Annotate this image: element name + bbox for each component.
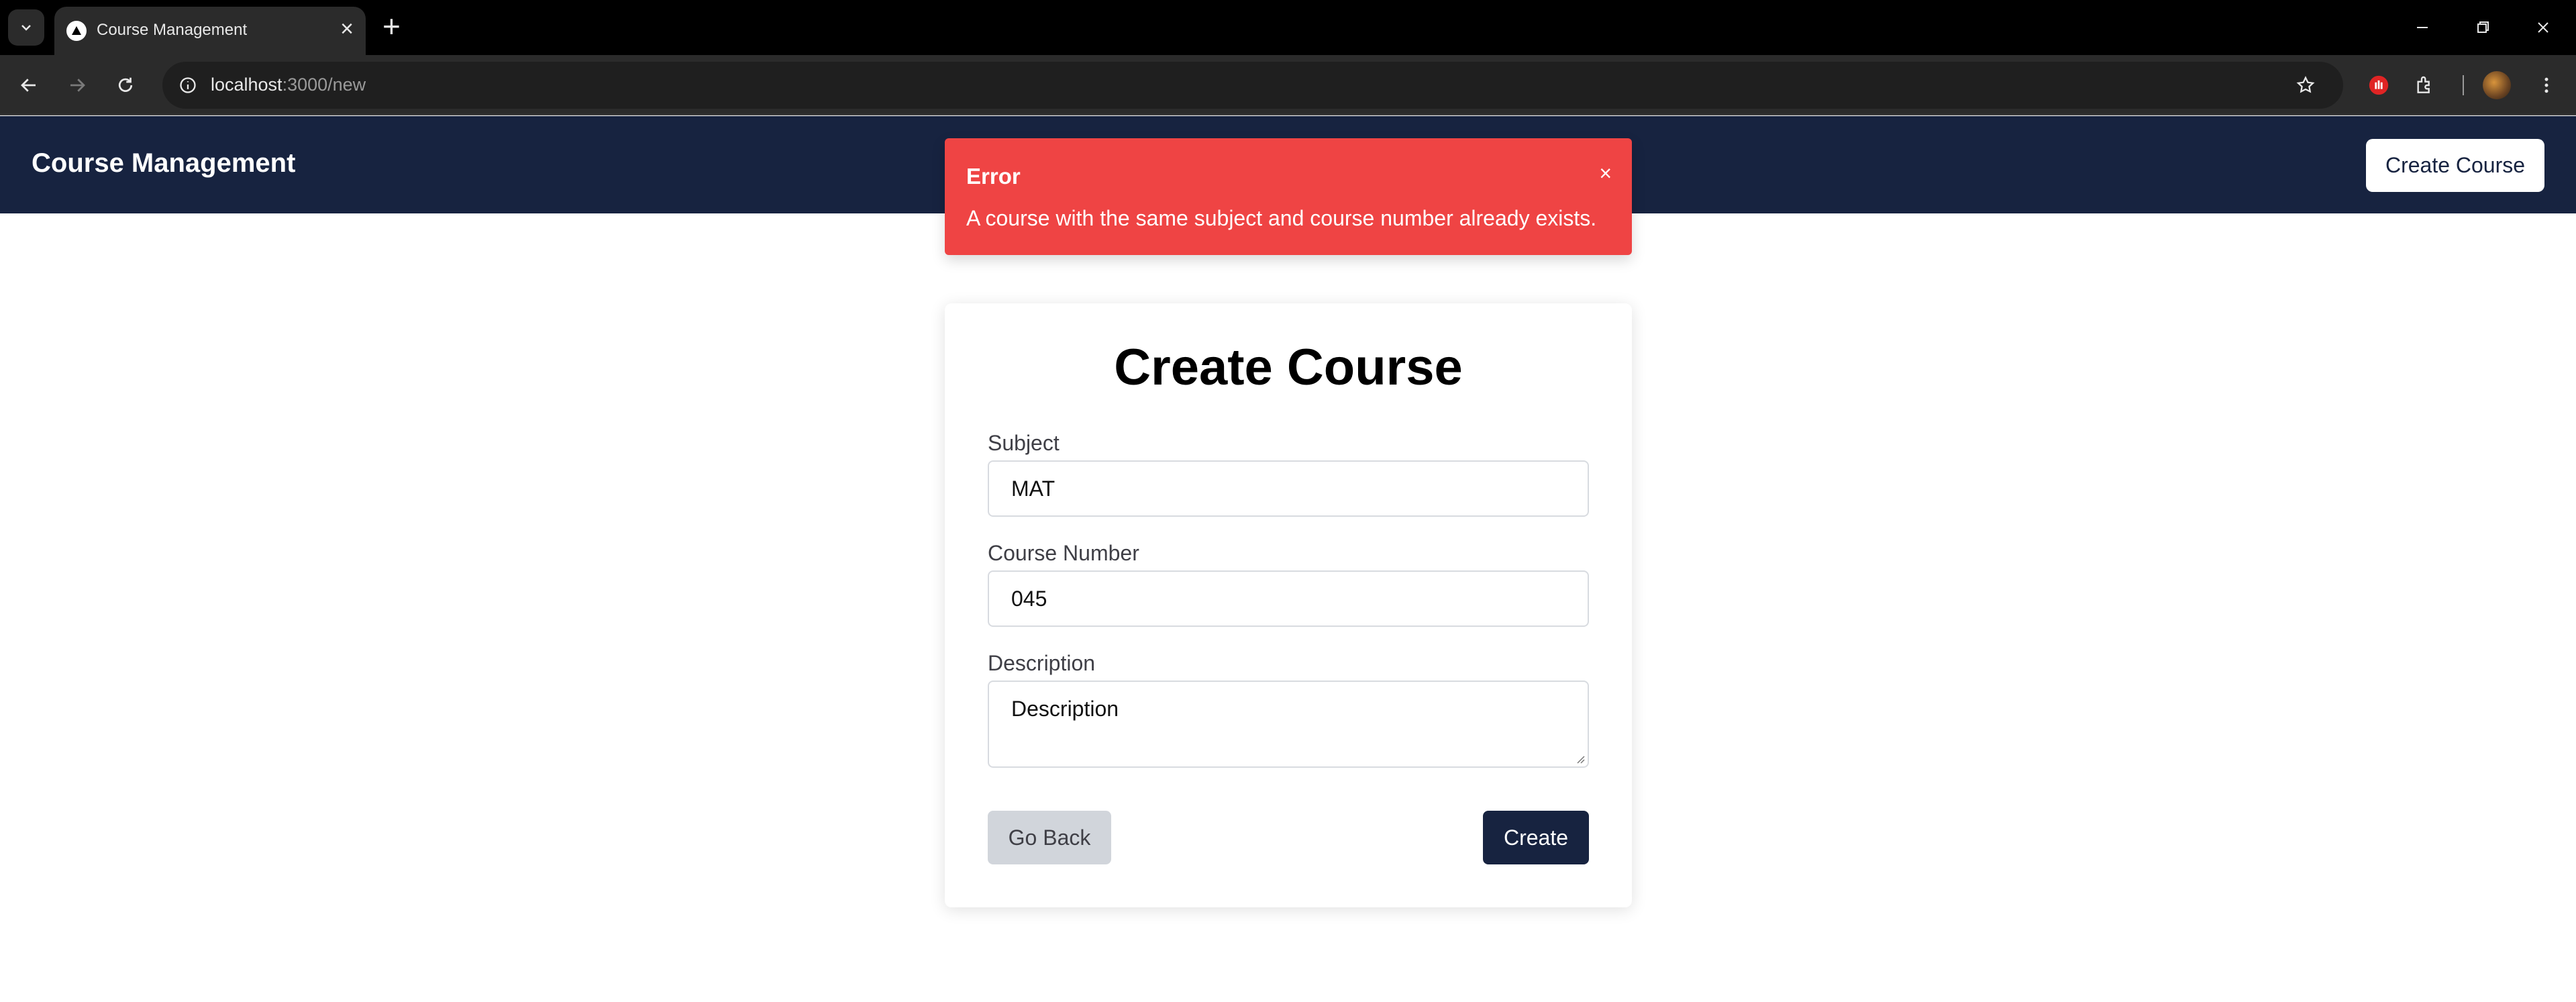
toast-title: Error [966,164,1021,189]
address-bar[interactable]: localhost:3000/new [162,62,2343,109]
star-icon[interactable] [2291,70,2320,100]
back-icon[interactable] [11,67,47,103]
course-number-label: Course Number [988,541,1139,565]
chevron-down-icon [21,25,31,31]
plus-icon[interactable]: + [382,11,401,42]
url-text: localhost:3000/new [211,74,366,95]
description-value: Description [1011,697,1119,721]
create-course-nav-button[interactable]: Create Course [2366,139,2544,192]
reload-icon[interactable] [107,67,144,103]
course-number-input[interactable]: 045 [988,570,1589,627]
kebab-menu-icon[interactable] [2530,68,2563,102]
go-back-button[interactable]: Go Back [988,811,1111,864]
browser-tab-strip: Course Management × + [0,0,2576,55]
toolbar-divider [2463,75,2464,95]
create-course-form: Create Course Subject MAT Course Number … [945,303,1632,907]
description-textarea[interactable]: Description [988,681,1589,768]
close-icon[interactable]: × [1599,161,1612,186]
tab-search-button[interactable] [8,9,44,46]
puzzle-icon[interactable] [2408,68,2441,102]
error-toast: Error × A course with the same subject a… [945,138,1632,255]
page-title: Create Course [1114,339,1463,396]
browser-toolbar: localhost:3000/new [0,55,2576,115]
favicon-icon [66,21,87,41]
minimize-icon[interactable] [2402,9,2442,46]
extension-icon[interactable] [2362,68,2395,102]
description-label: Description [988,651,1096,675]
course-number-value: 045 [1011,587,1047,611]
create-button[interactable]: Create [1483,811,1589,864]
toast-message: A course with the same subject and cours… [966,206,1597,230]
window-close-icon[interactable] [2523,9,2563,46]
brand-title[interactable]: Course Management [32,148,295,179]
forward-icon[interactable] [59,67,95,103]
resize-handle-icon[interactable] [1574,753,1585,764]
info-icon[interactable] [173,70,203,100]
url-host: localhost [211,74,282,95]
restore-icon[interactable] [2463,9,2503,46]
subject-value: MAT [1011,477,1055,501]
browser-tab-active[interactable]: Course Management × [54,7,366,55]
subject-label: Subject [988,431,1060,455]
close-icon[interactable]: × [340,17,354,40]
subject-input[interactable]: MAT [988,460,1589,517]
tab-title: Course Management [97,21,248,39]
profile-avatar[interactable] [2483,71,2511,99]
url-path: :3000/new [282,74,366,95]
